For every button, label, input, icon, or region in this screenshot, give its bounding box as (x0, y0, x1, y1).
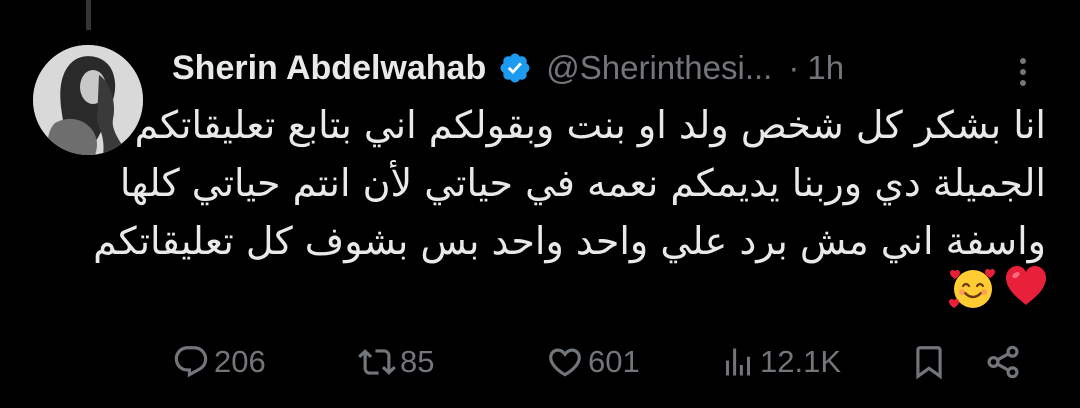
share-button[interactable] (984, 338, 1022, 386)
repost-button[interactable]: 85 (358, 338, 434, 386)
thread-line (86, 0, 91, 30)
share-icon (987, 345, 1019, 379)
reply-button[interactable]: 206 (172, 338, 266, 386)
reply-icon (174, 346, 208, 378)
action-bar: 206 85 601 12.1K (172, 338, 1032, 386)
author-display-name[interactable]: Sherin Abdelwahab (172, 49, 486, 88)
tweet-text: انا بشكر كل شخص ولد او بنت وبقولكم اني ب… (93, 96, 1046, 270)
heart-icon (549, 348, 581, 377)
repost-count: 85 (400, 344, 435, 379)
bookmark-icon (916, 346, 942, 380)
red-heart-icon (1006, 266, 1046, 305)
tweet-emojis (940, 262, 1050, 314)
meta-separator: · (788, 49, 800, 86)
reply-count: 206 (214, 344, 266, 379)
more-vertical-icon (1020, 58, 1026, 86)
more-options-button[interactable] (1008, 54, 1038, 90)
avatar[interactable] (33, 45, 143, 155)
author-handle[interactable]: @Sherinthesi... (546, 49, 772, 87)
like-count: 601 (588, 344, 640, 379)
view-count: 12.1K (760, 344, 842, 379)
profile-photo-icon (33, 45, 143, 155)
tweet-timestamp[interactable]: 1h (807, 49, 844, 87)
analytics-icon (726, 348, 750, 376)
repost-icon (358, 349, 396, 375)
like-button[interactable]: 601 (546, 338, 640, 386)
verified-badge-icon (498, 51, 532, 85)
tweet-text-line: انا بشكر كل شخص ولد او بنت وبقولكم اني ب… (134, 103, 1046, 147)
views-button[interactable]: 12.1K (720, 338, 841, 386)
tweet[interactable]: Sherin Abdelwahab @Sherinthesi... · 1h ا… (0, 0, 1080, 408)
tweet-text-line: الجميلة دي وربنا يديمكم نعمه في حياتي لأ… (119, 161, 1046, 205)
smiling-face-with-hearts-icon (949, 268, 995, 308)
bookmark-button[interactable] (910, 338, 948, 386)
tweet-text-line: واسفة اني مش برد علي واحد واحد بس بشوف ك… (93, 219, 1046, 263)
tweet-header: Sherin Abdelwahab @Sherinthesi... · 1h (172, 44, 844, 92)
